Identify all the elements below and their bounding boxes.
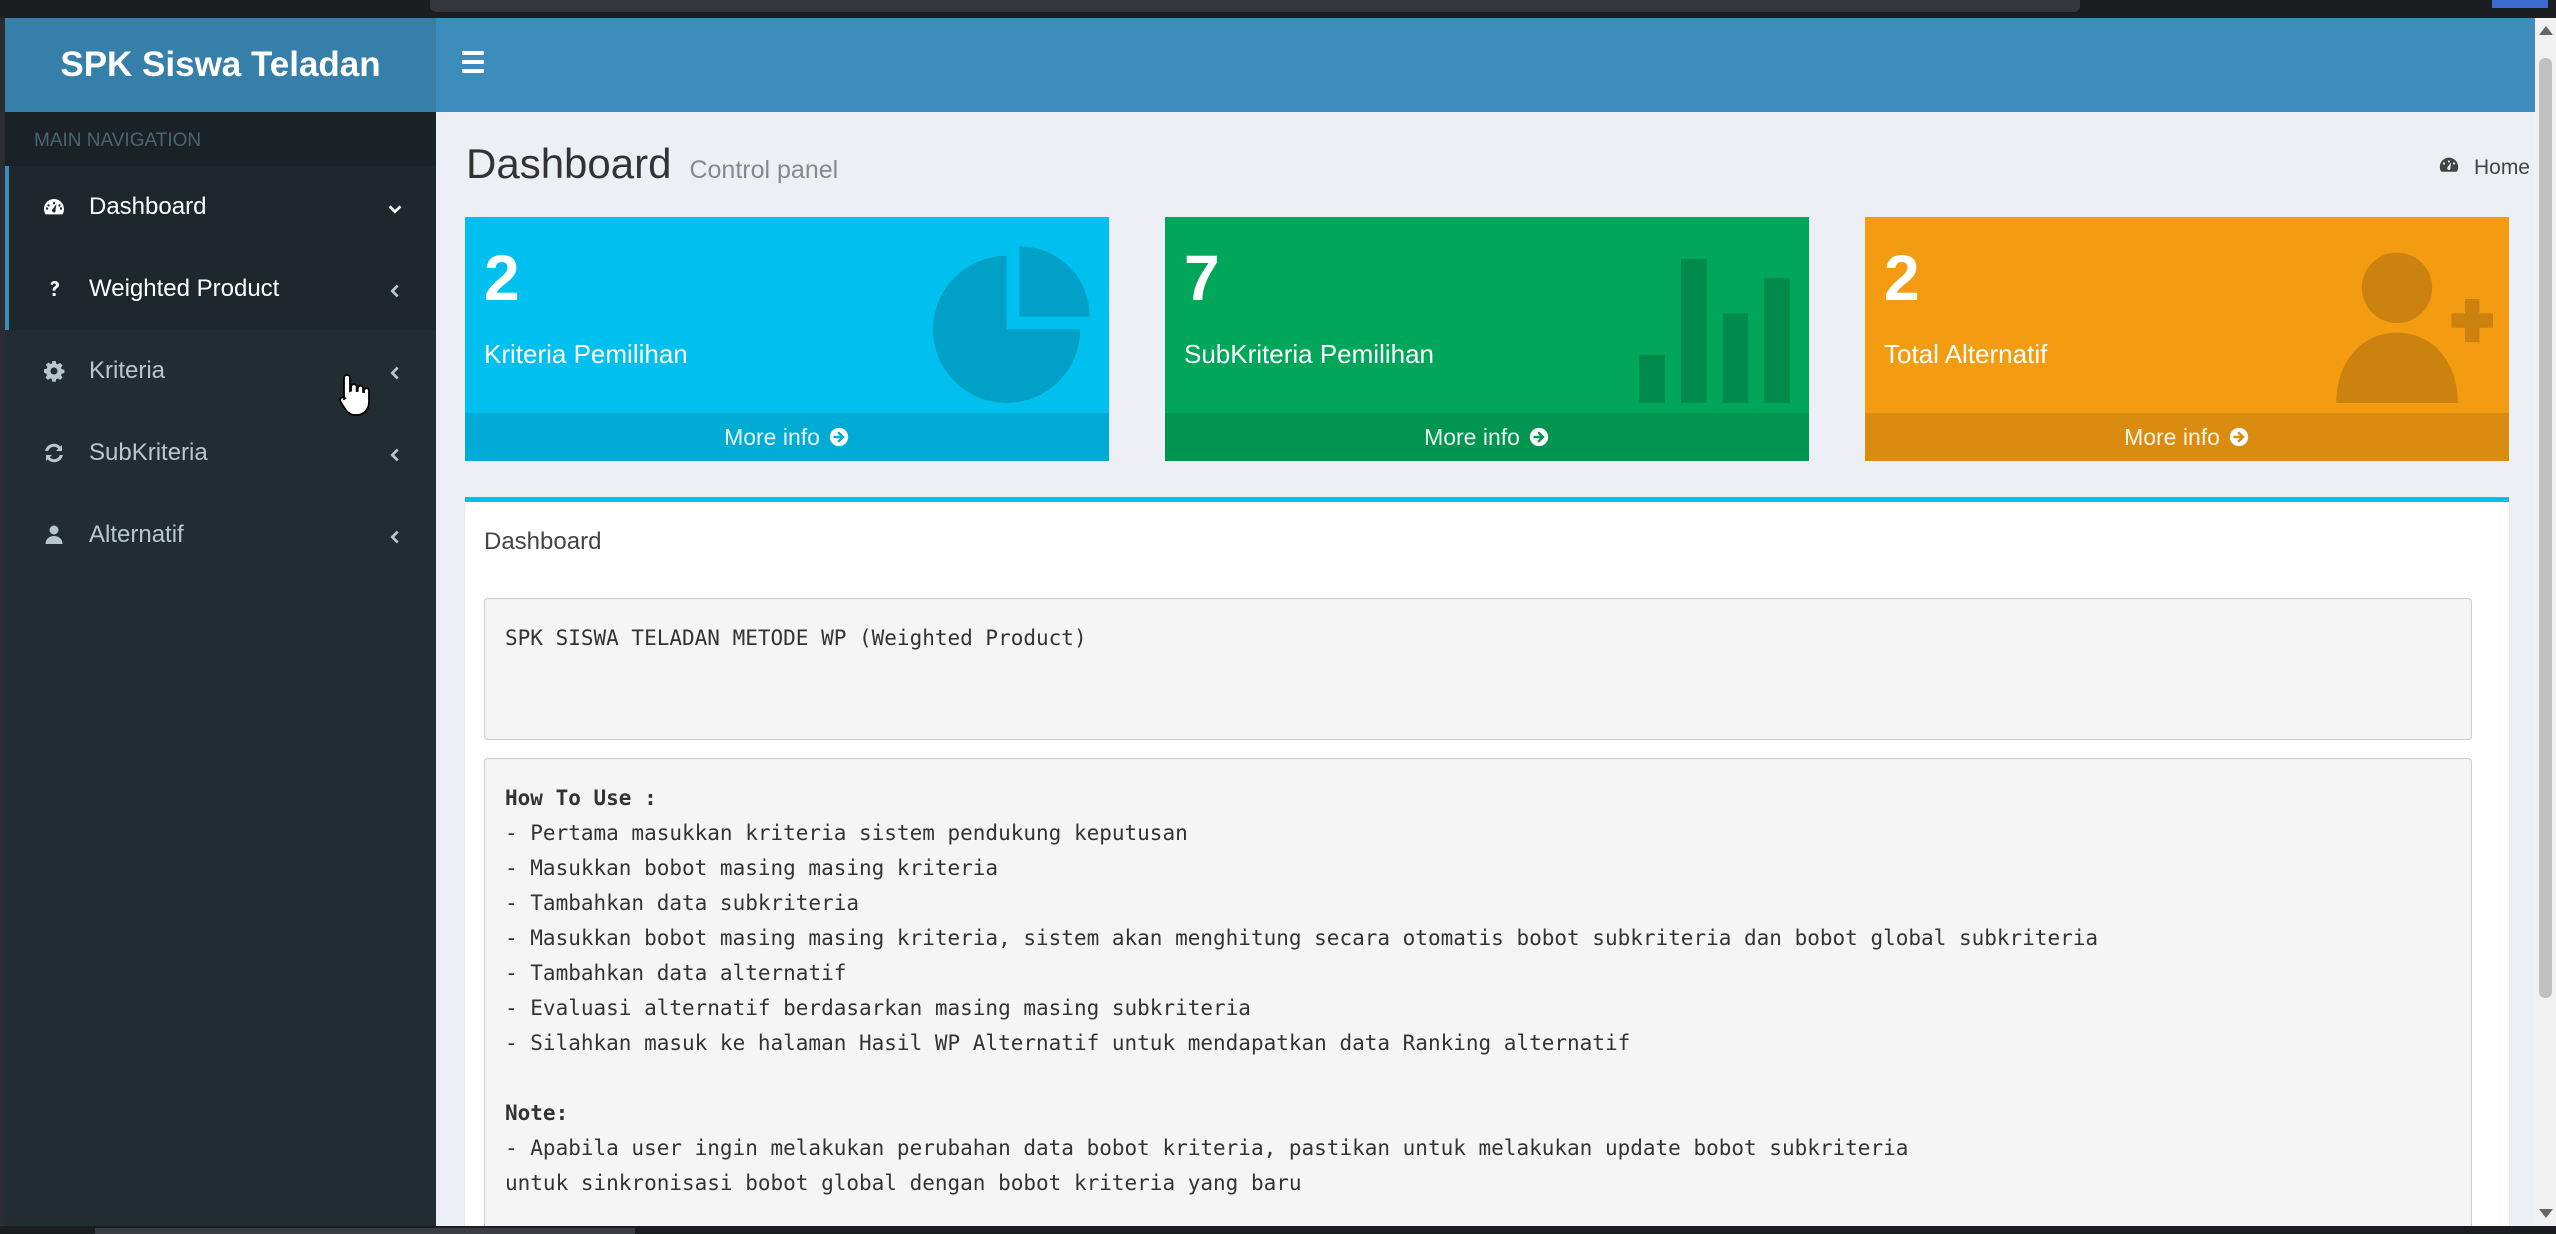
- gear-icon: [41, 358, 67, 384]
- howto-line: - Silahkan masuk ke halaman Hasil WP Alt…: [505, 1031, 1631, 1055]
- app-logo[interactable]: SPK Siswa Teladan: [5, 18, 436, 112]
- more-info-link[interactable]: More info: [1165, 413, 1809, 461]
- breadcrumb[interactable]: Home: [2438, 154, 2530, 182]
- chevron-left-icon: [386, 443, 406, 463]
- sidebar-toggle-button[interactable]: [457, 46, 497, 84]
- chevron-left-icon: [386, 525, 406, 545]
- dashboard-icon: [2438, 154, 2474, 182]
- breadcrumb-home-link[interactable]: Home: [2474, 156, 2530, 180]
- scroll-down-arrow-icon[interactable]: [2539, 1209, 2553, 1218]
- note-heading: Note:: [505, 1101, 569, 1125]
- user-icon: [41, 522, 67, 548]
- howto-line: - Pertama masukkan kriteria sistem pendu…: [505, 821, 1188, 845]
- intro-box: SPK SISWA TELADAN METODE WP (Weighted Pr…: [484, 598, 2472, 740]
- note-line: - Apabila user ingin melakukan perubahan…: [505, 1136, 1909, 1160]
- stat-label: SubKriteria Pemilihan: [1184, 339, 1435, 369]
- browser-top-strip: [0, 0, 2556, 18]
- taskbar-strip: [0, 1226, 2556, 1234]
- page-scrollbar[interactable]: [2535, 18, 2556, 1226]
- scrollbar-thumb[interactable]: [2539, 58, 2552, 998]
- sidebar-item-label: Dashboard: [89, 193, 207, 220]
- refresh-icon: [41, 440, 67, 466]
- chevron-left-icon: [386, 361, 406, 381]
- sidebar-item-weighted-product[interactable]: Weighted Product: [5, 248, 436, 330]
- howto-line: - Masukkan bobot masing masing kriteria: [505, 856, 999, 880]
- sidebar-item-subkriteria[interactable]: SubKriteria: [5, 412, 436, 494]
- stat-box-kriteria: 2 Kriteria Pemilihan More info: [465, 217, 1109, 461]
- howto-line: - Tambahkan data alternatif: [505, 961, 847, 985]
- sidebar-item-label: Weighted Product: [89, 275, 280, 302]
- chevron-down-icon: [386, 197, 406, 217]
- sidebar-item-label: Alternatif: [89, 521, 184, 548]
- arrow-circle-right-icon: [2229, 427, 2249, 447]
- user-plus-icon: [2333, 243, 2493, 403]
- content-wrapper: Dashboard Control panel Home 2 Kriteria …: [436, 112, 2535, 1226]
- main-sidebar: MAIN NAVIGATION Dashboard Weighted Produ…: [5, 112, 436, 1226]
- more-info-link[interactable]: More info: [465, 413, 1109, 461]
- howto-box: How To Use : - Pertama masukkan kriteria …: [484, 758, 2472, 1226]
- main-header: SPK Siswa Teladan: [5, 18, 2535, 112]
- sidebar-item-alternatif[interactable]: Alternatif: [5, 494, 436, 576]
- arrow-circle-right-icon: [1529, 427, 1549, 447]
- page-title: Dashboard: [466, 140, 672, 187]
- sidebar-item-label: Kriteria: [89, 357, 166, 384]
- stat-label: Total Alternatif: [1884, 339, 2048, 369]
- howto-heading: How To Use :: [505, 786, 657, 810]
- howto-line: - Evaluasi alternatif berdasarkan masing…: [505, 996, 1251, 1020]
- note-line: untuk sinkronisasi bobot global dengan b…: [505, 1171, 1302, 1195]
- bars-icon: [457, 51, 497, 73]
- app-window: SPK Siswa Teladan MAIN NAVIGATION Dashbo…: [5, 18, 2535, 1226]
- hand-cursor-icon: [338, 372, 372, 418]
- dashboard-icon: [41, 194, 67, 220]
- browser-tab-bar: [430, 0, 2080, 12]
- stats-row: 2 Kriteria Pemilihan More info 7 SubKrit…: [465, 217, 2509, 461]
- stat-box-alternatif: 2 Total Alternatif More info: [1865, 217, 2509, 461]
- howto-line: - Tambahkan data subkriteria: [505, 891, 860, 915]
- pie-chart-icon: [933, 243, 1093, 403]
- intro-text: SPK SISWA TELADAN METODE WP (Weighted Pr…: [505, 626, 1087, 650]
- taskbar-segment: [95, 1228, 635, 1234]
- sidebar-item-label: SubKriteria: [89, 439, 208, 466]
- stat-value: 2: [484, 242, 520, 314]
- question-icon: [41, 276, 67, 302]
- window-control[interactable]: [2492, 0, 2548, 8]
- page-subtitle: Control panel: [689, 156, 839, 184]
- panel-title: Dashboard: [484, 528, 602, 555]
- more-info-link[interactable]: More info: [1865, 413, 2509, 461]
- scroll-up-arrow-icon[interactable]: [2539, 26, 2553, 35]
- arrow-circle-right-icon: [829, 427, 849, 447]
- sidebar-item-dashboard[interactable]: Dashboard: [5, 166, 436, 248]
- bar-chart-icon: [1633, 243, 1793, 403]
- dashboard-panel: Dashboard SPK SISWA TELADAN METODE WP (W…: [465, 497, 2509, 1226]
- sidebar-section-label: MAIN NAVIGATION: [5, 112, 436, 166]
- content-header: Dashboard Control panel: [466, 140, 838, 188]
- stat-value: 7: [1184, 242, 1220, 314]
- howto-line: - Masukkan bobot masing masing kriteria,…: [505, 926, 2099, 950]
- chevron-left-icon: [386, 279, 406, 299]
- stat-label: Kriteria Pemilihan: [484, 339, 688, 369]
- stat-value: 2: [1884, 242, 1920, 314]
- stat-box-subkriteria: 7 SubKriteria Pemilihan More info: [1165, 217, 1809, 461]
